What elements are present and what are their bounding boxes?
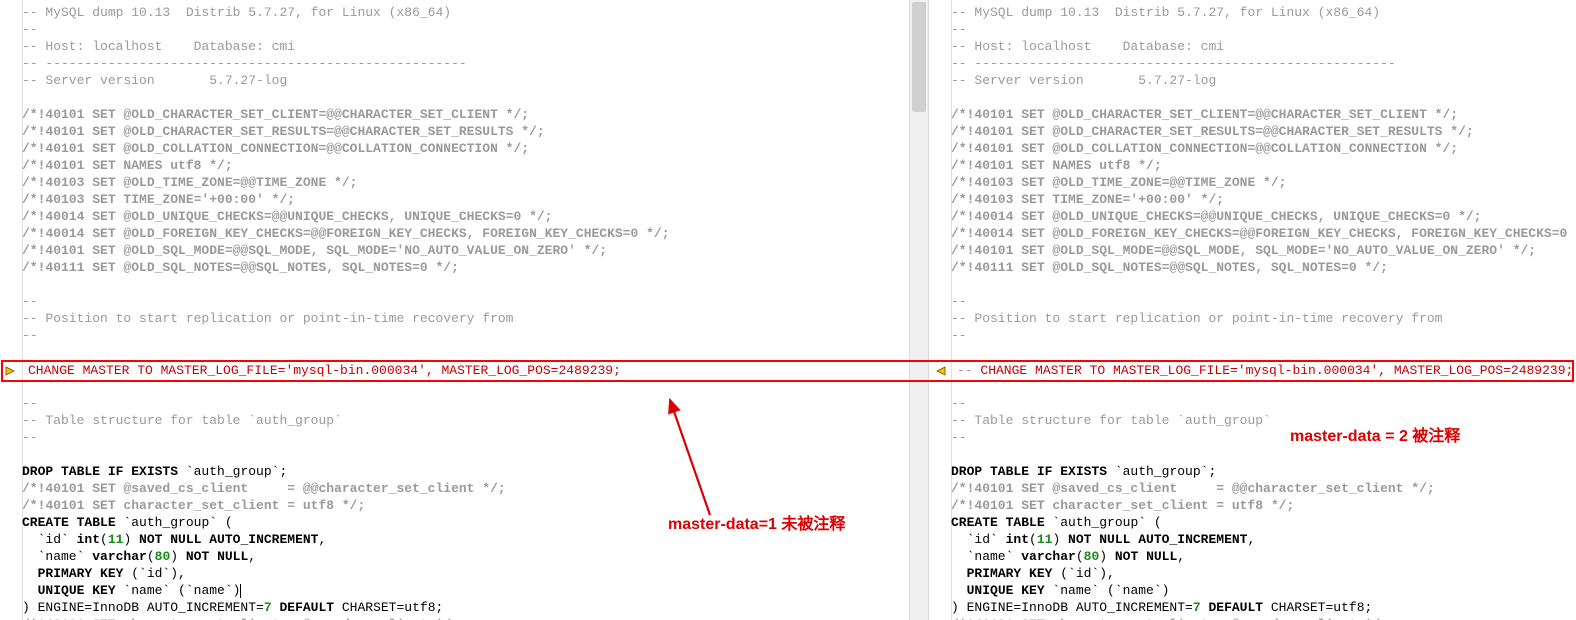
annotation-right: master-data = 2 被注释 <box>1290 422 1460 446</box>
left-scrollbar[interactable] <box>909 0 928 620</box>
left-scroll-thumb[interactable] <box>912 2 926 112</box>
annotation-left: master-data=1 未被注释 <box>668 510 845 534</box>
diff-viewer: { "header_lines": [ "-- MySQL dump 10.13… <box>0 0 1576 620</box>
left-gutter <box>0 0 23 620</box>
diff-arrow-right-icon <box>5 365 17 377</box>
right-pane[interactable]: -- MySQL dump 10.13 Distrib 5.7.27, for … <box>929 0 1576 620</box>
right-gutter <box>929 0 952 620</box>
diff-line-left: CHANGE MASTER TO MASTER_LOG_FILE='mysql-… <box>28 362 621 379</box>
diff-line-right: -- CHANGE MASTER TO MASTER_LOG_FILE='mys… <box>957 362 1573 379</box>
diff-arrow-left-icon <box>934 365 946 377</box>
right-code[interactable]: -- MySQL dump 10.13 Distrib 5.7.27, for … <box>951 4 1576 620</box>
